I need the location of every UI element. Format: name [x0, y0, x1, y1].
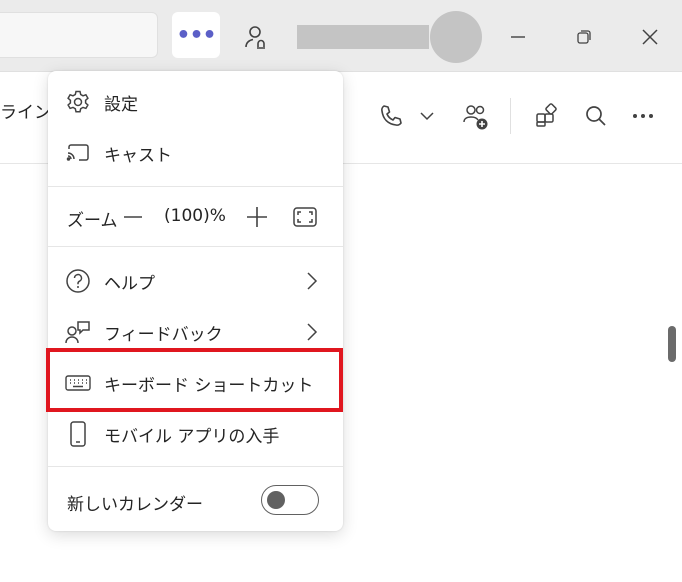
user-name — [297, 25, 429, 49]
menu-divider — [48, 466, 343, 467]
phone-device-icon — [64, 420, 92, 448]
add-people-icon[interactable] — [460, 102, 492, 132]
chevron-right-icon — [304, 271, 320, 291]
avatar[interactable] — [430, 11, 482, 63]
person-bell-icon[interactable] — [238, 20, 272, 54]
search-icon[interactable] — [582, 102, 610, 130]
chevron-right-icon — [304, 322, 320, 342]
tab-label[interactable]: ライン — [0, 98, 51, 123]
menu-item-label: キャスト — [104, 145, 172, 166]
feedback-icon — [64, 318, 92, 346]
menu-item-label: モバイル アプリの入手 — [104, 426, 280, 447]
minimize-icon[interactable] — [499, 18, 537, 56]
zoom-control: ズーム (100)% — [48, 196, 343, 240]
menu-item-label: 設定 — [104, 94, 138, 115]
zoom-in-button[interactable] — [244, 204, 270, 230]
scrollbar-thumb[interactable] — [668, 326, 676, 362]
menu-item-label: フィードバック — [104, 324, 223, 345]
menu-divider — [48, 246, 343, 247]
cast-icon — [64, 139, 92, 167]
menu-item-cast[interactable]: キャスト — [48, 131, 343, 175]
apps-icon[interactable] — [533, 102, 561, 130]
phone-icon[interactable] — [377, 102, 405, 130]
toolbar-divider — [510, 98, 511, 134]
settings-menu: 設定 キャスト ズーム (100)% ヘルプ フィードバック キーボード ショー… — [48, 71, 343, 531]
title-bar: ••• — [0, 0, 682, 72]
close-icon[interactable] — [631, 18, 669, 56]
menu-divider — [48, 186, 343, 187]
help-icon — [64, 267, 92, 295]
more-icon[interactable] — [628, 102, 658, 130]
highlight-box — [46, 348, 343, 412]
menu-item-label: ヘルプ — [104, 273, 155, 294]
search-input[interactable] — [0, 12, 158, 58]
chevron-down-icon[interactable] — [416, 102, 438, 130]
new-calendar-label: 新しいカレンダー — [67, 495, 203, 515]
zoom-out-button[interactable] — [120, 204, 146, 230]
menu-item-settings[interactable]: 設定 — [48, 80, 343, 124]
new-calendar-toggle[interactable] — [261, 485, 319, 515]
fullscreen-icon[interactable] — [292, 204, 318, 230]
settings-and-more-button[interactable]: ••• — [172, 12, 220, 58]
toggle-knob — [267, 491, 285, 509]
menu-item-help[interactable]: ヘルプ — [48, 259, 343, 303]
gear-icon — [64, 88, 92, 116]
menu-item-mobile-app[interactable]: モバイル アプリの入手 — [48, 412, 343, 456]
zoom-label: ズーム — [67, 211, 118, 231]
zoom-level: (100)% — [164, 206, 226, 226]
restore-icon[interactable] — [565, 18, 603, 56]
